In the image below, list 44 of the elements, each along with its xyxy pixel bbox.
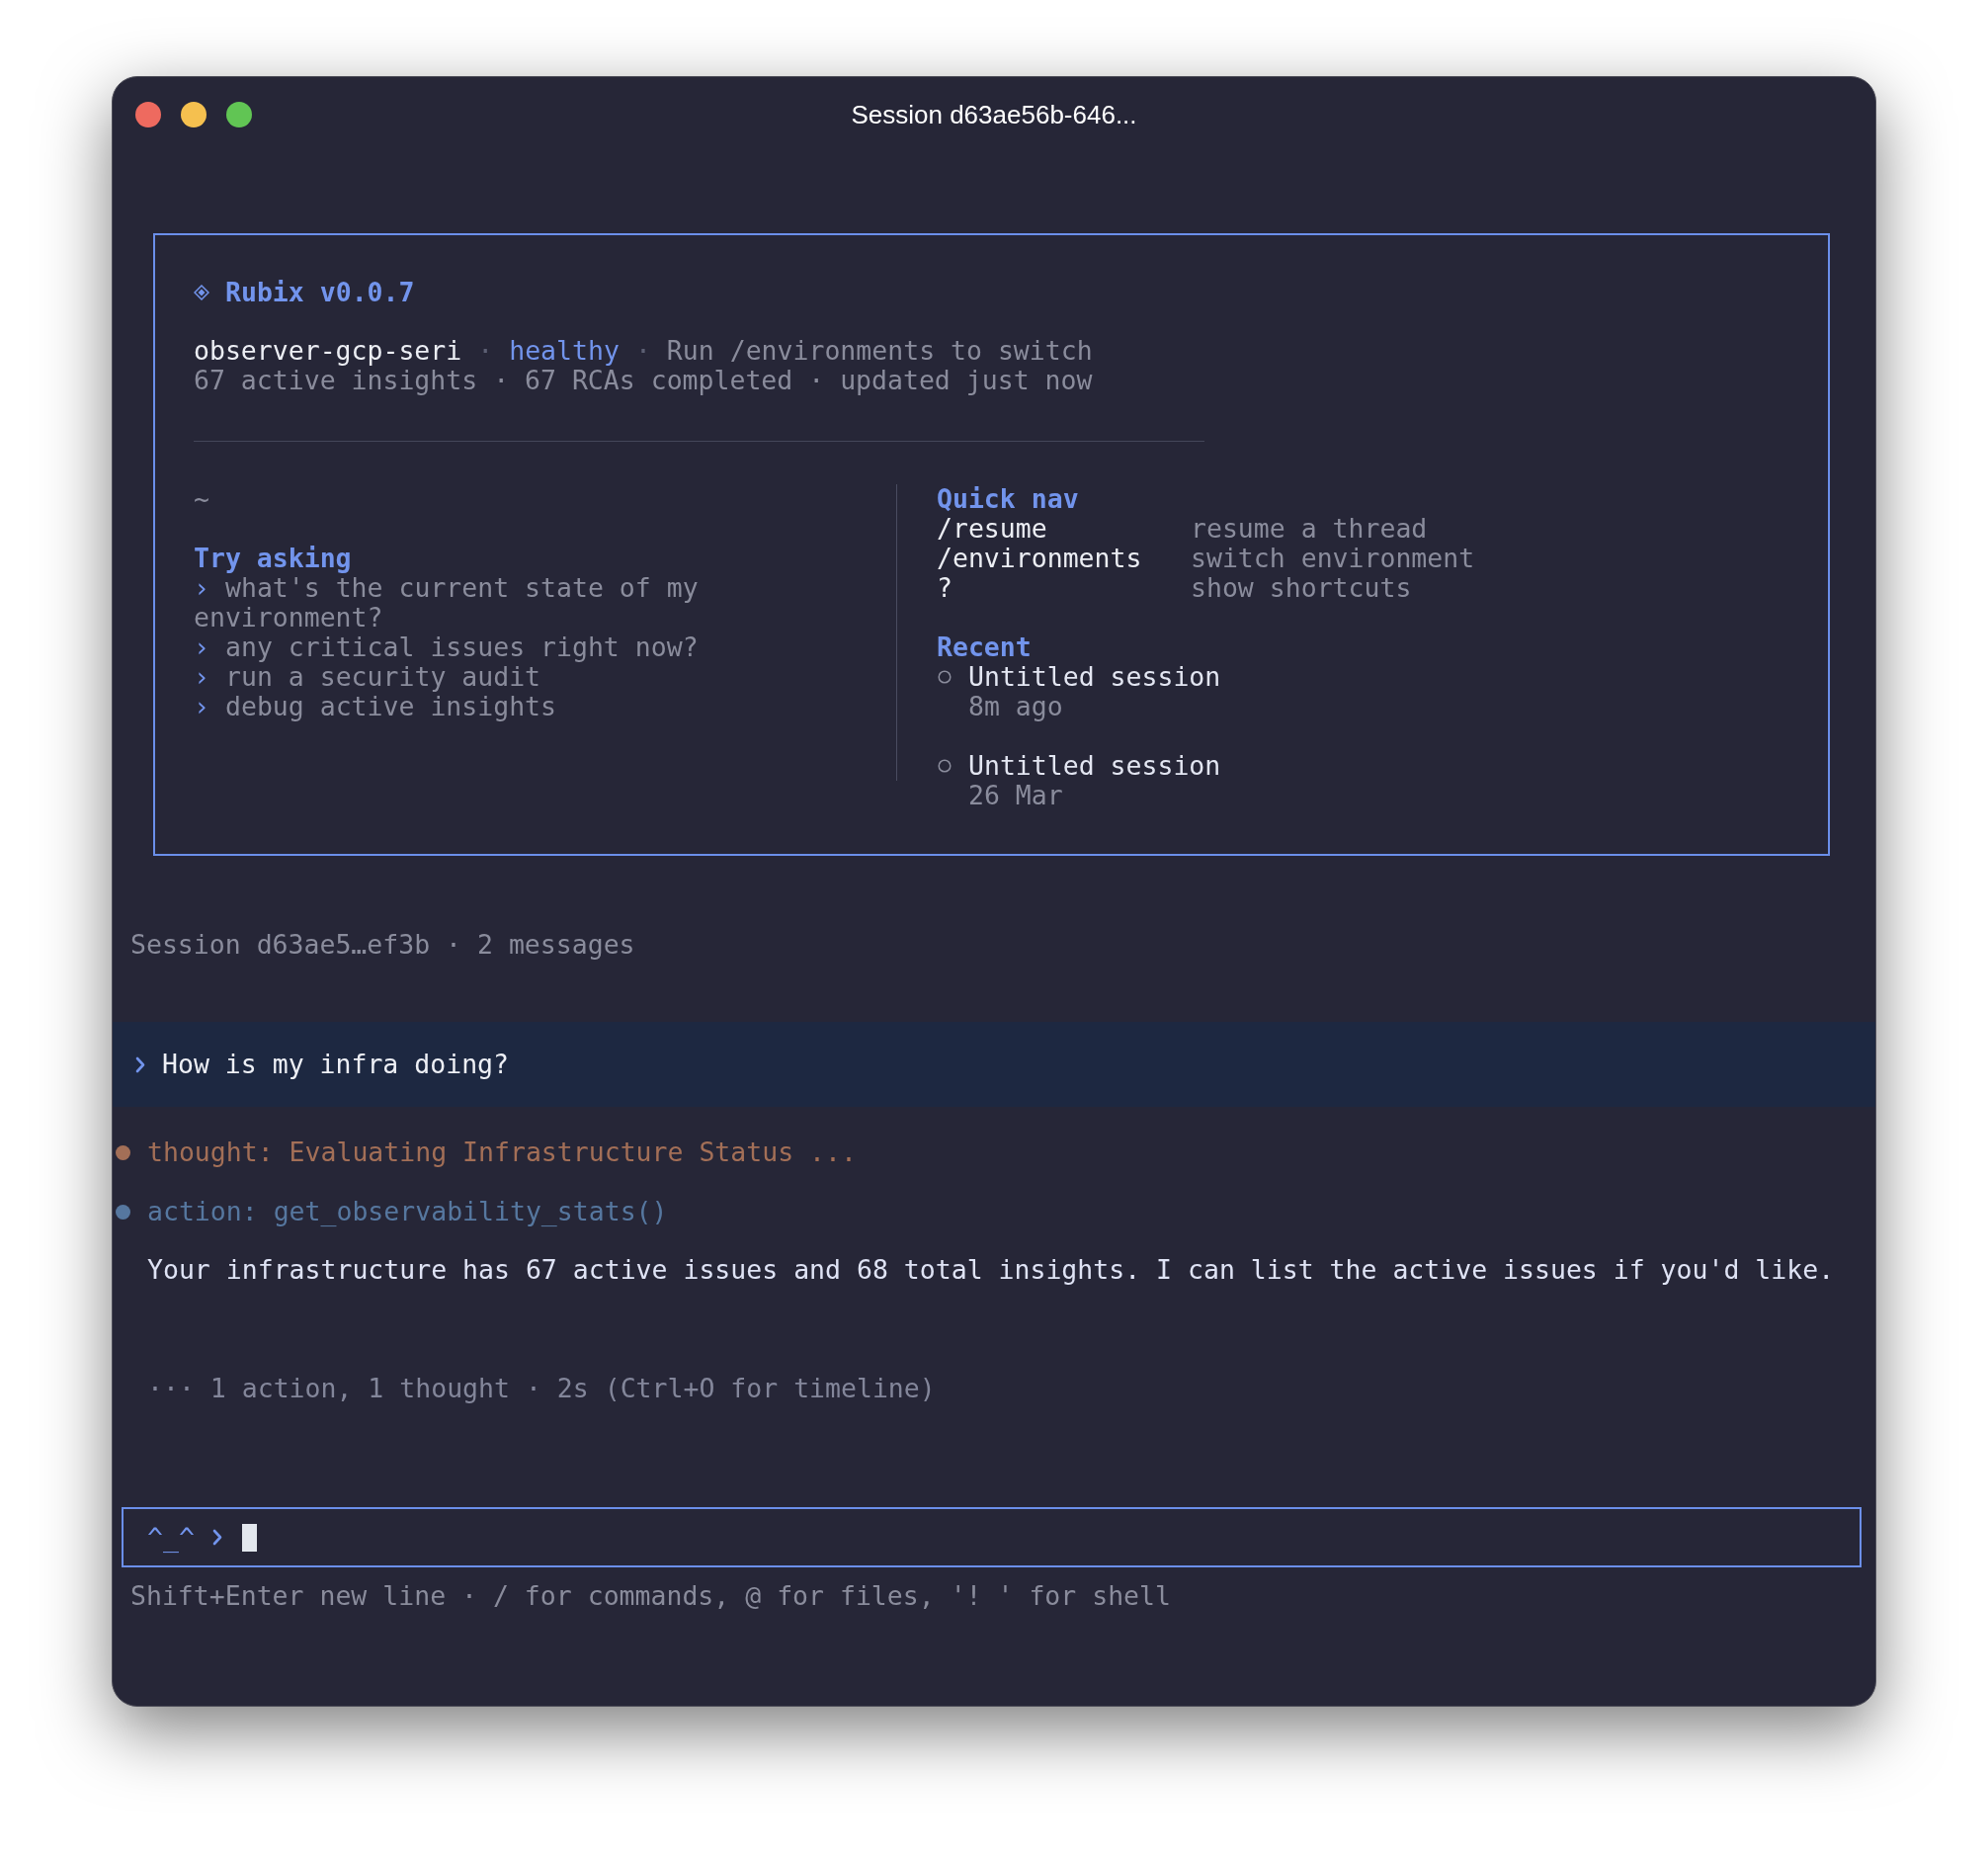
section-heading: Quick nav bbox=[937, 483, 1079, 514]
zoom-button[interactable] bbox=[226, 102, 252, 127]
session-info: Session d63ae5…ef3b · 2 messages bbox=[130, 929, 635, 960]
path-label: ~ bbox=[194, 483, 209, 514]
close-button[interactable] bbox=[135, 102, 161, 127]
command-description: show shortcuts bbox=[1191, 573, 1412, 603]
command-description: resume a thread bbox=[1191, 514, 1428, 544]
chevron-icon bbox=[135, 1055, 145, 1073]
suggestion-item: › debug active insights bbox=[194, 692, 556, 721]
session-time: 8m ago bbox=[968, 691, 1063, 721]
activity-text: action: get_observability_stats() bbox=[147, 1197, 668, 1226]
section-heading: Try asking bbox=[194, 543, 352, 573]
circle-icon bbox=[938, 670, 952, 684]
response-text: Your infrastructure has 67 active issues and 68 total insights. I can list the active issues if you'd like. bbox=[147, 1254, 1835, 1285]
command-name: /environments bbox=[937, 543, 1142, 573]
command-description: switch environment bbox=[1191, 544, 1475, 573]
keyboard-hint: Shift+Enter new line · / for commands, @ for files, '! ' for shell bbox=[130, 1580, 1171, 1611]
switch-hint: Run /environments to switch bbox=[666, 336, 1093, 366]
session-title: Untitled session bbox=[968, 662, 1221, 692]
session-time: 26 Mar bbox=[968, 780, 1063, 810]
minimize-button[interactable] bbox=[181, 102, 207, 127]
chevron-icon bbox=[211, 1529, 222, 1546]
section-heading: Recent bbox=[937, 632, 1032, 662]
input-field[interactable]: ^_^ bbox=[122, 1507, 1862, 1567]
app-version: Rubix v0.0.7 bbox=[225, 278, 415, 307]
diamond-icon bbox=[194, 285, 209, 300]
suggestion-item: › what's the current state of my environment? bbox=[194, 573, 700, 632]
suggestion-item: › any critical issues right now? bbox=[194, 632, 699, 662]
session-title: Untitled session bbox=[968, 751, 1221, 781]
circle-icon bbox=[938, 759, 952, 773]
health-status: healthy bbox=[509, 336, 620, 366]
command-name: /resume bbox=[937, 513, 1047, 544]
activity-text: thought: Evaluating Infrastructure Status ... bbox=[147, 1138, 857, 1167]
cursor-icon bbox=[241, 1523, 257, 1552]
prompt-label: ^_^ bbox=[147, 1522, 195, 1553]
separator: · bbox=[477, 336, 494, 366]
stats-line: 67 active insights · 67 RCAs completed · updated just now bbox=[194, 366, 1093, 395]
message-text: How is my infra doing? bbox=[162, 1050, 509, 1079]
separator: · bbox=[634, 336, 651, 366]
environment-name: observer-gcp-seri bbox=[194, 336, 462, 366]
window-title: Session d63ae56b-646... bbox=[851, 100, 1137, 129]
suggestion-item: › run a security audit bbox=[194, 662, 541, 692]
command-name: ? bbox=[937, 572, 953, 603]
activity-summary: ··· 1 action, 1 thought · 2s (Ctrl+O for timeline) bbox=[147, 1373, 936, 1403]
